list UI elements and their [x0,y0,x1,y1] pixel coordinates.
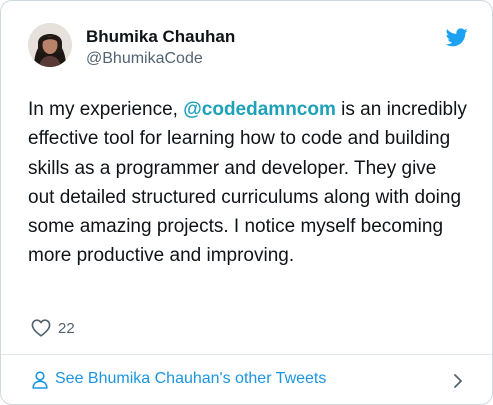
author-name[interactable]: Bhumika Chauhan [86,27,235,47]
like-count: 22 [58,319,75,337]
other-tweets-link[interactable]: See Bhumika Chauhan's other Tweets [1,355,492,404]
person-icon [32,371,48,394]
tweet-text-before: In my experience, [28,99,184,120]
avatar-photo [28,23,72,67]
twitter-bird-icon-glyph [445,28,468,47]
other-tweets-label: See Bhumika Chauhan's other Tweets [55,370,327,387]
twitter-bird-icon[interactable] [445,28,468,47]
tweet-text: In my experience, @codedamncom is an inc… [28,95,468,271]
tweet-card: Bhumika Chauhan @BhumikaCode In my exper… [0,0,493,405]
tweet-header: Bhumika Chauhan @BhumikaCode [1,1,492,81]
author-handle[interactable]: @BhumikaCode [86,50,203,68]
chevron-right-icon [453,373,463,394]
tweet-text-after: is an incredibly effective tool for lear… [28,99,467,267]
mention-link[interactable]: @codedamncom [183,99,336,120]
heart-icon [31,319,51,337]
avatar[interactable] [28,23,72,67]
like-button[interactable]: 22 [31,318,75,338]
